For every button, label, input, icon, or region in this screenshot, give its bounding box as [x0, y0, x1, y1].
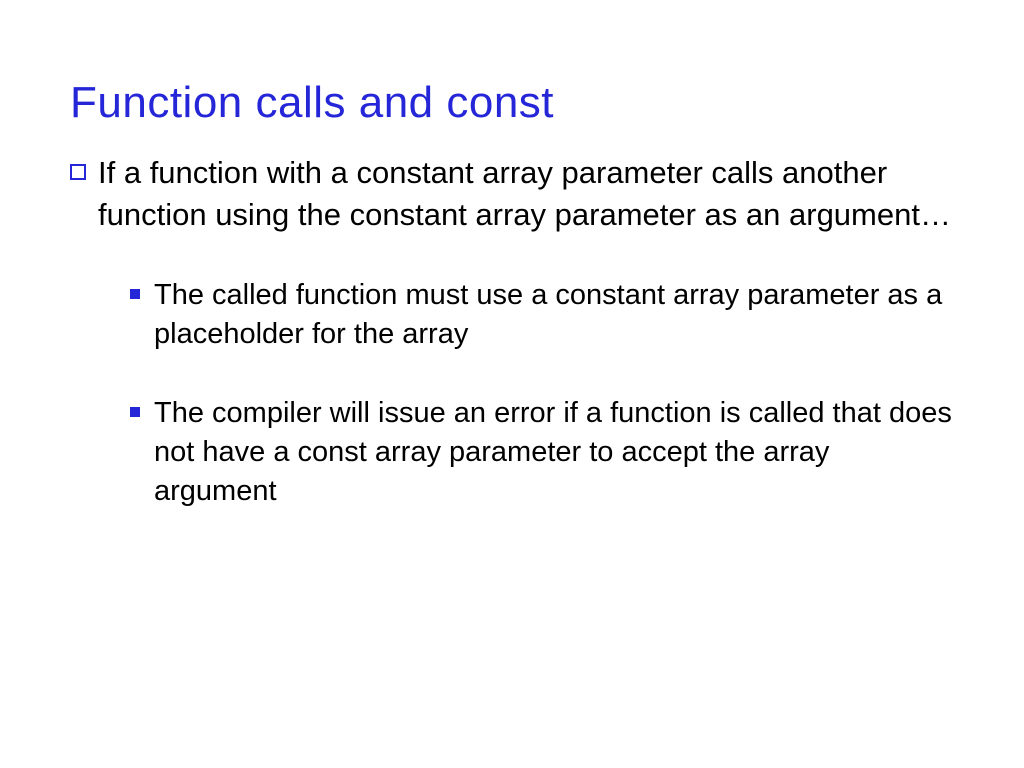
bullet-level2: The compiler will issue an error if a fu… — [130, 394, 954, 511]
bullet-level1-text: If a function with a constant array para… — [98, 152, 954, 236]
solid-square-icon — [130, 289, 140, 299]
bullet-level2-text: The compiler will issue an error if a fu… — [154, 394, 954, 511]
sub-bullets-container: The called function must use a constant … — [130, 276, 954, 512]
slide-title: Function calls and const — [70, 78, 954, 128]
hollow-square-icon — [70, 164, 86, 180]
solid-square-icon — [130, 407, 140, 417]
bullet-level2-text: The called function must use a constant … — [154, 276, 954, 354]
bullet-level2: The called function must use a constant … — [130, 276, 954, 354]
slide: Function calls and const If a function w… — [0, 0, 1024, 591]
bullet-level1: If a function with a constant array para… — [70, 152, 954, 236]
